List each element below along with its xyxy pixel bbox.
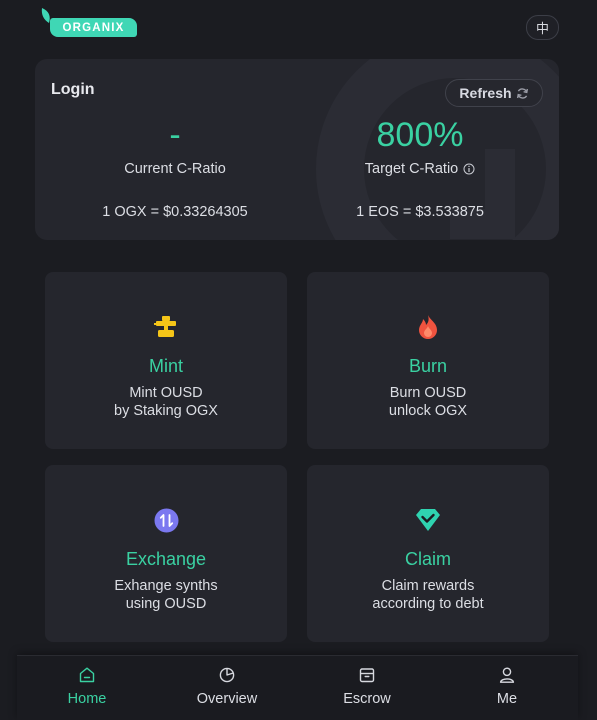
ogx-price: 1 OGX = $0.33264305 (102, 204, 248, 220)
home-icon (79, 667, 95, 683)
mint-icon (154, 316, 176, 337)
burn-description: Burn OUSD unlock OGX (307, 385, 549, 420)
eos-price: 1 EOS = $3.533875 (356, 204, 484, 220)
target-c-ratio-label-text: Target C-Ratio (364, 161, 459, 177)
box-icon (359, 668, 375, 683)
pie-chart-icon (219, 667, 235, 683)
mint-description-line2: by Staking OGX (114, 402, 218, 419)
diamond-check-icon (416, 509, 440, 531)
user-icon (499, 667, 515, 683)
current-c-ratio-label: Current C-Ratio (75, 161, 275, 177)
mint-description-line1: Mint OUSD (129, 385, 203, 401)
logo-badge: ORGANIX (50, 18, 137, 37)
burn-description-line1: Burn OUSD (389, 385, 467, 401)
claim-description-line1: Claim rewards (381, 578, 475, 594)
organix-logo[interactable]: ORGANIX (40, 8, 137, 39)
nav-home-label: Home (67, 691, 107, 707)
info-icon[interactable] (463, 163, 475, 175)
refresh-button[interactable]: Refresh (445, 79, 543, 107)
login-link[interactable]: Login (51, 81, 95, 99)
mint-card[interactable]: Mint Mint OUSD by Staking OGX (45, 272, 287, 449)
refresh-icon (516, 87, 528, 99)
logo-text: ORGANIX (62, 21, 125, 34)
target-c-ratio-label: Target C-Ratio (320, 161, 520, 177)
fire-icon (419, 315, 437, 339)
nav-me-label: Me (496, 691, 518, 707)
nav-escrow[interactable]: Escrow (307, 656, 427, 720)
burn-title: Burn (408, 356, 448, 376)
exchange-title: Exchange (125, 549, 207, 569)
app-root: ORGANIX 中 Login Refresh - Current C-Rati… (0, 0, 597, 720)
exchange-description: Exhange synths using OUSD (45, 578, 287, 613)
nav-me[interactable]: Me (447, 656, 567, 720)
burn-description-line2: unlock OGX (388, 402, 468, 419)
mint-title: Mint (148, 356, 183, 376)
claim-card[interactable]: Claim Claim rewards according to debt (307, 465, 549, 642)
nav-escrow-label: Escrow (343, 691, 391, 707)
nav-home[interactable]: Home (27, 656, 147, 720)
current-c-ratio: - Current C-Ratio (75, 115, 275, 177)
bottom-navigation: Home Overview Escrow Me (17, 655, 578, 720)
target-c-ratio: 800% Target C-Ratio (320, 115, 520, 177)
language-toggle-button[interactable]: 中 (526, 15, 559, 40)
claim-description-line2: according to debt (372, 595, 484, 612)
exchange-description-line1: Exhange synths (114, 578, 218, 594)
c-ratio-card: Login Refresh - Current C-Ratio 800% Tar… (35, 59, 559, 240)
mint-description: Mint OUSD by Staking OGX (45, 385, 287, 420)
nav-overview-label: Overview (196, 691, 258, 707)
nav-overview[interactable]: Overview (167, 656, 287, 720)
target-c-ratio-value: 800% (376, 116, 464, 154)
claim-title: Claim (404, 549, 451, 569)
burn-card[interactable]: Burn Burn OUSD unlock OGX (307, 272, 549, 449)
exchange-card[interactable]: Exchange Exhange synths using OUSD (45, 465, 287, 642)
current-c-ratio-value: - (169, 116, 181, 154)
claim-description: Claim rewards according to debt (307, 578, 549, 613)
current-c-ratio-label-text: Current C-Ratio (124, 161, 226, 177)
swap-icon (154, 508, 178, 532)
exchange-description-line2: using OUSD (125, 595, 207, 612)
refresh-label: Refresh (459, 85, 512, 101)
